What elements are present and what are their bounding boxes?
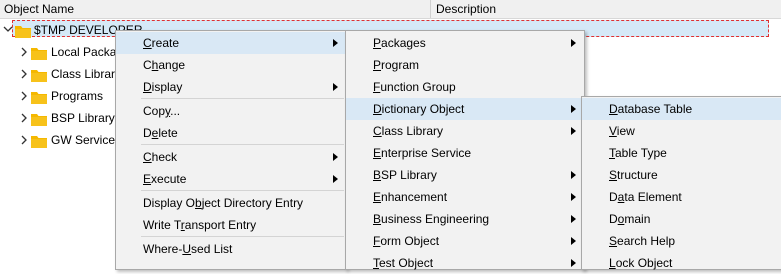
- menu-item-display-object-directory-entry[interactable]: Display Object Directory Entry: [116, 192, 346, 214]
- submenu-arrow-icon: [571, 193, 576, 201]
- menu-item-label: Form Object: [373, 234, 440, 248]
- menu-item-label: Change: [143, 58, 186, 72]
- menu-item-program[interactable]: Program: [346, 54, 584, 76]
- menu-item-create[interactable]: Create: [116, 32, 346, 54]
- menu-item-domain[interactable]: Domain: [582, 208, 781, 230]
- menu-item-database-table[interactable]: Database Table: [582, 98, 781, 120]
- submenu-arrow-icon: [333, 153, 338, 161]
- submenu-arrow-icon: [333, 39, 338, 47]
- folder-icon: [31, 45, 47, 60]
- menu-item-view[interactable]: View: [582, 120, 781, 142]
- menu-item-table-type[interactable]: Table Type: [582, 142, 781, 164]
- menu-item-business-engineering[interactable]: Business Engineering: [346, 208, 584, 230]
- column-object-name[interactable]: Object Name: [0, 0, 431, 18]
- menu-item-check[interactable]: Check: [116, 146, 346, 168]
- menu-item-lock-object[interactable]: Lock Object: [582, 252, 781, 274]
- menu-item-label: Write Transport Entry: [143, 218, 257, 232]
- submenu-arrow-icon: [333, 83, 338, 91]
- chevron-right-icon[interactable]: [19, 45, 29, 59]
- menu-item-label: Program: [373, 58, 420, 72]
- column-description[interactable]: Description: [432, 0, 781, 18]
- menu-item-test-object[interactable]: Test Object: [346, 252, 584, 274]
- chevron-down-icon[interactable]: [3, 23, 13, 37]
- menu-item-dictionary-object[interactable]: Dictionary Object: [346, 98, 584, 120]
- menu-item-label: Create: [143, 36, 180, 50]
- submenu-arrow-icon: [571, 39, 576, 47]
- submenu-arrow-icon: [571, 105, 576, 113]
- submenu-arrow-icon: [571, 259, 576, 267]
- menu-item-label: Packages: [373, 36, 426, 50]
- menu-item-execute[interactable]: Execute: [116, 168, 346, 190]
- folder-icon: [31, 111, 47, 126]
- column-header: Object Name Description: [0, 0, 781, 19]
- menu-item-structure[interactable]: Structure: [582, 164, 781, 186]
- tree-label: BSP Library: [51, 111, 115, 125]
- folder-icon: [31, 67, 47, 82]
- menu-item-data-element[interactable]: Data Element: [582, 186, 781, 208]
- menu-item-label: Domain: [609, 212, 651, 226]
- menu-item-enhancement[interactable]: Enhancement: [346, 186, 584, 208]
- menu-item-label: Display Object Directory Entry: [143, 196, 304, 210]
- tree-label: Programs: [51, 89, 104, 103]
- submenu-arrow-icon: [571, 171, 576, 179]
- menu-item-copy[interactable]: Copy...: [116, 100, 346, 122]
- menu-item-write-transport-entry[interactable]: Write Transport Entry: [116, 214, 346, 236]
- menu-item-label: Lock Object: [609, 256, 673, 270]
- menu-item-bsp-library[interactable]: BSP Library: [346, 164, 584, 186]
- folder-icon: [15, 23, 31, 38]
- menu-item-delete[interactable]: Delete: [116, 122, 346, 144]
- menu-item-label: Copy...: [143, 104, 181, 118]
- menu-item-label: Display: [143, 80, 183, 94]
- menu-separator: [141, 190, 344, 191]
- chevron-right-icon[interactable]: [19, 67, 29, 81]
- menu-item-label: Delete: [143, 126, 178, 140]
- menu-item-label: Business Engineering: [373, 212, 490, 226]
- submenu-arrow-icon: [571, 127, 576, 135]
- chevron-right-icon[interactable]: [19, 133, 29, 147]
- create-submenu: Packages Program Function Group Dictionary …: [345, 30, 585, 270]
- menu-item-display[interactable]: Display: [116, 76, 346, 98]
- menu-item-search-help[interactable]: Search Help: [582, 230, 781, 252]
- chevron-right-icon[interactable]: [19, 89, 29, 103]
- menu-item-label: Check: [143, 150, 178, 164]
- menu-separator: [141, 236, 344, 237]
- tree-label: Class Library: [51, 67, 122, 81]
- menu-item-where-used-list[interactable]: Where-Used List: [116, 238, 346, 260]
- menu-item-label: Enhancement: [373, 190, 448, 204]
- dictionary-object-submenu: Database Table View Table Type Structure Dat…: [581, 96, 781, 270]
- submenu-arrow-icon: [571, 215, 576, 223]
- menu-item-change[interactable]: Change: [116, 54, 346, 76]
- chevron-right-icon[interactable]: [19, 111, 29, 125]
- menu-item-function-group[interactable]: Function Group: [346, 76, 584, 98]
- submenu-arrow-icon: [571, 237, 576, 245]
- context-menu: Create Change Display Copy... Delete Check Exe…: [115, 30, 347, 270]
- folder-icon: [31, 89, 47, 104]
- menu-item-label: Table Type: [609, 146, 667, 160]
- menu-item-label: View: [609, 124, 635, 138]
- menu-item-label: BSP Library: [373, 168, 437, 182]
- menu-item-label: Search Help: [609, 234, 676, 248]
- menu-item-label: Where-Used List: [143, 242, 233, 256]
- menu-item-label: Enterprise Service: [373, 146, 472, 160]
- menu-item-label: Data Element: [609, 190, 682, 204]
- tree-label: GW Service: [51, 133, 116, 147]
- folder-icon: [31, 133, 47, 148]
- menu-item-label: Structure: [609, 168, 658, 182]
- menu-item-label: Dictionary Object: [373, 102, 465, 116]
- menu-separator: [141, 144, 344, 145]
- menu-item-label: Function Group: [373, 80, 456, 94]
- menu-item-class-library[interactable]: Class Library: [346, 120, 584, 142]
- submenu-arrow-icon: [333, 175, 338, 183]
- menu-separator: [141, 98, 344, 99]
- menu-item-label: Execute: [143, 172, 187, 186]
- menu-item-label: Class Library: [373, 124, 444, 138]
- menu-item-label: Test Object: [373, 256, 434, 270]
- menu-item-enterprise-service[interactable]: Enterprise Service: [346, 142, 584, 164]
- menu-item-form-object[interactable]: Form Object: [346, 230, 584, 252]
- menu-item-packages[interactable]: Packages: [346, 32, 584, 54]
- menu-item-label: Database Table: [609, 102, 693, 116]
